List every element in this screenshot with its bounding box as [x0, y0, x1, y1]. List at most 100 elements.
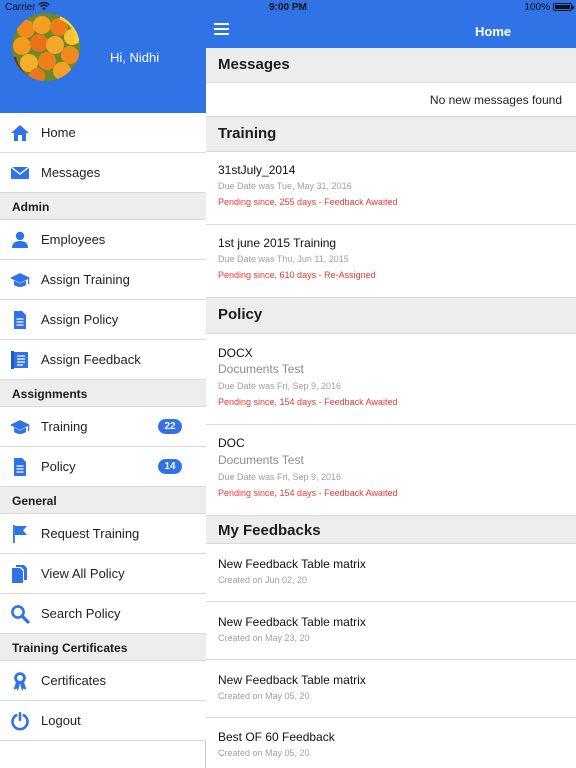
item-title: 31stJuly_2014	[218, 163, 296, 177]
item-title: DOCX	[218, 346, 253, 360]
feedback-item[interactable]: New Feedback Table matrix Created on May…	[206, 602, 576, 660]
feedback-item[interactable]: New Feedback Table matrix Created on Jun…	[206, 544, 576, 602]
sidebar-item-label: Home	[41, 125, 76, 140]
page-title: Home	[475, 24, 512, 39]
section-title: General	[12, 494, 57, 508]
sidebar-item-home[interactable]: Home	[0, 113, 206, 153]
empty-message-text: No new messages found	[429, 93, 562, 107]
section-title: Training	[218, 125, 277, 142]
training-item[interactable]: 1st june 2015 Training Due Date was Thu,…	[206, 225, 576, 298]
flag-icon	[10, 524, 30, 544]
avatar[interactable]	[12, 13, 80, 81]
section-header-training: Training	[206, 117, 576, 152]
sidebar-item-label: View All Policy	[41, 566, 125, 581]
battery-percent: 100%	[524, 2, 550, 13]
item-status: Pending since, 154 days - Feedback Await…	[218, 397, 398, 407]
sidebar-item-assign-training[interactable]: Assign Training	[0, 260, 206, 300]
section-header-general: General	[0, 487, 206, 514]
sidebar-item-label: Request Training	[41, 526, 140, 541]
graduation-cap-icon	[10, 270, 30, 290]
item-title: New Feedback Table matrix	[218, 615, 366, 629]
item-created-date: Created on May 05, 20	[218, 691, 310, 701]
section-header-admin: Admin	[0, 193, 206, 220]
item-status: Pending since, 154 days - Feedback Await…	[218, 488, 398, 498]
item-due-date: Due Date was Fri, Sep 9, 2016	[218, 472, 342, 482]
item-subtitle: Documents Test	[218, 362, 304, 376]
sidebar-item-label: Policy	[41, 459, 76, 474]
status-bar: Carrier 9:00 PM 100%	[0, 0, 576, 15]
main-panel: Home Messages No new messages found Trai…	[206, 0, 576, 768]
mail-icon	[10, 163, 30, 183]
item-status: Pending since, 255 days - Feedback Await…	[218, 197, 398, 207]
sidebar-item-label: Assign Feedback	[41, 352, 141, 367]
sidebar-item-logout[interactable]: Logout	[0, 701, 206, 741]
sidebar-item-label: Training	[41, 419, 88, 434]
item-title: New Feedback Table matrix	[218, 557, 366, 571]
feedback-item[interactable]: Best OF 60 Feedback Created on May 05, 2…	[206, 718, 576, 768]
section-header-messages: Messages	[206, 48, 576, 83]
sidebar-item-messages[interactable]: Messages	[0, 153, 206, 193]
sidebar-item-label: Logout	[41, 713, 81, 728]
sidebar-item-training[interactable]: Training 22	[0, 407, 206, 447]
document-icon	[10, 457, 30, 477]
count-badge: 22	[158, 419, 182, 434]
training-item[interactable]: 31stJuly_2014 Due Date was Tue, May 31, …	[206, 152, 576, 225]
item-title: New Feedback Table matrix	[218, 673, 366, 687]
section-title: Training Certificates	[12, 641, 128, 655]
app-root: Carrier 9:00 PM 100% Hi, Nidhi Home Mess…	[0, 0, 576, 768]
sidebar-item-assign-feedback[interactable]: Assign Feedback	[0, 340, 206, 380]
section-header-my-feedbacks: My Feedbacks	[206, 516, 576, 544]
sidebar-item-label: Assign Policy	[41, 312, 119, 327]
home-icon	[10, 123, 30, 143]
sidebar: Hi, Nidhi Home Messages Admin Employees	[0, 0, 206, 768]
section-title: Messages	[218, 56, 290, 73]
section-title: My Feedbacks	[218, 522, 321, 539]
sidebar-item-request-training[interactable]: Request Training	[0, 514, 206, 554]
item-title: Best OF 60 Feedback	[218, 730, 335, 744]
search-icon	[10, 604, 30, 624]
sidebar-item-label: Employees	[41, 232, 106, 247]
section-header-assignments: Assignments	[0, 380, 206, 407]
menu-icon[interactable]	[214, 23, 230, 37]
item-created-date: Created on May 05, 20	[218, 748, 310, 758]
document-icon	[10, 310, 30, 330]
sidebar-item-employees[interactable]: Employees	[0, 220, 206, 260]
item-title: DOC	[218, 436, 245, 450]
sidebar-item-label: Messages	[41, 165, 101, 180]
item-due-date: Due Date was Tue, May 31, 2016	[218, 181, 352, 191]
sidebar-item-label: Assign Training	[41, 272, 130, 287]
sidebar-item-label: Certificates	[41, 673, 107, 688]
item-status: Pending since, 610 days - Re-Assigned	[218, 270, 376, 280]
sidebar-item-label: Search Policy	[41, 606, 121, 621]
feedback-icon	[10, 350, 30, 370]
sidebar-item-policy[interactable]: Policy 14	[0, 447, 206, 487]
battery-icon	[553, 3, 574, 11]
item-title: 1st june 2015 Training	[218, 236, 337, 250]
person-icon	[10, 230, 30, 250]
sidebar-item-assign-policy[interactable]: Assign Policy	[0, 300, 206, 340]
section-header-policy: Policy	[206, 298, 576, 334]
section-header-training-certificates: Training Certificates	[0, 634, 206, 661]
sidebar-item-certificates[interactable]: Certificates	[0, 661, 206, 701]
award-icon	[10, 671, 30, 691]
feedback-item[interactable]: New Feedback Table matrix Created on May…	[206, 660, 576, 718]
section-title: Admin	[12, 200, 50, 214]
policy-item[interactable]: DOC Documents Test Due Date was Fri, Sep…	[206, 425, 576, 516]
item-created-date: Created on Jun 02, 20	[218, 575, 308, 585]
power-icon	[10, 711, 30, 731]
item-due-date: Due Date was Thu, Jun 11, 2015	[218, 254, 349, 264]
status-time: 9:00 PM	[269, 2, 307, 13]
sidebar-item-view-all-policy[interactable]: View All Policy	[0, 554, 206, 594]
sidebar-item-search-policy[interactable]: Search Policy	[0, 594, 206, 634]
greeting-text: Hi, Nidhi	[110, 50, 160, 65]
documents-icon	[10, 564, 30, 584]
policy-item[interactable]: DOCX Documents Test Due Date was Fri, Se…	[206, 334, 576, 425]
profile-header: Hi, Nidhi	[0, 0, 206, 113]
count-badge: 14	[158, 459, 182, 474]
section-title: Assignments	[12, 387, 88, 401]
item-subtitle: Documents Test	[218, 453, 304, 467]
item-due-date: Due Date was Fri, Sep 9, 2016	[218, 381, 342, 391]
section-title: Policy	[218, 306, 263, 323]
item-created-date: Created on May 23, 20	[218, 633, 310, 643]
graduation-cap-icon	[10, 417, 30, 437]
